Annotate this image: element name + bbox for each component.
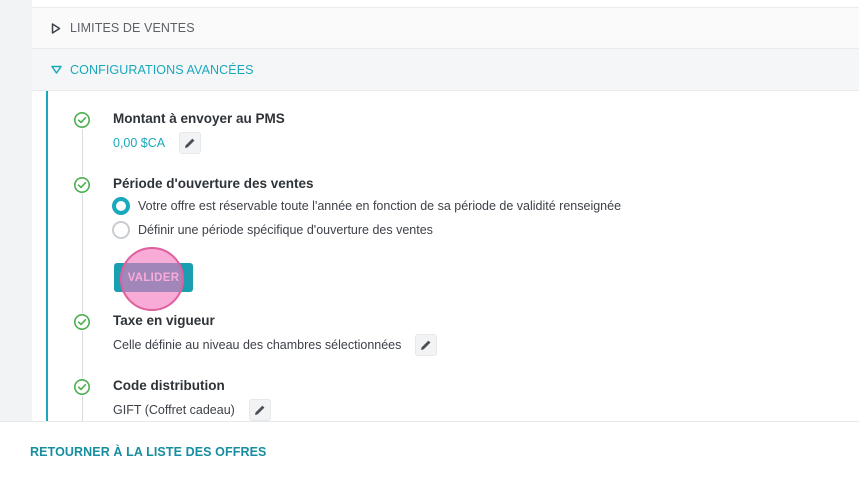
step-value-row: GIFT (Coffret cadeau) [113, 399, 271, 421]
step-value-row: Celle définie au niveau des chambres sél… [113, 334, 438, 356]
check-circle-icon [73, 111, 91, 129]
radio-button-selected[interactable] [112, 197, 130, 215]
radio-option-specific-period[interactable]: Définir une période spécifique d'ouvertu… [112, 221, 433, 239]
caret-down-icon [50, 64, 62, 76]
pencil-icon [421, 340, 431, 350]
pencil-icon [254, 405, 265, 415]
step-title: Taxe en vigueur [113, 313, 215, 328]
check-circle-icon [73, 176, 91, 194]
advanced-config-panel: Montant à envoyer au PMS 0,00 $CA Périod… [46, 91, 859, 421]
check-circle-icon [73, 313, 91, 331]
edit-distribution-code-button[interactable] [248, 399, 271, 421]
edit-tax-button[interactable] [415, 334, 438, 356]
radio-label: Votre offre est réservable toute l'année… [138, 199, 622, 213]
pencil-icon [185, 138, 195, 148]
step-title: Montant à envoyer au PMS [113, 111, 285, 126]
section-limits-header[interactable]: LIMITES DE VENTES [32, 7, 859, 49]
back-to-offers-link[interactable]: RETOURNER À LA LISTE DES OFFRES [30, 445, 266, 459]
tax-value: Celle définie au niveau des chambres sél… [113, 338, 402, 352]
footer-bar: RETOURNER À LA LISTE DES OFFRES [0, 421, 859, 481]
section-config-header[interactable]: CONFIGURATIONS AVANCÉES [32, 49, 859, 91]
section-config-label: CONFIGURATIONS AVANCÉES [70, 62, 254, 77]
section-limits-label: LIMITES DE VENTES [70, 21, 195, 35]
radio-button-unselected[interactable] [112, 221, 130, 239]
step-title: Période d'ouverture des ventes [113, 176, 314, 191]
distribution-code-value: GIFT (Coffret cadeau) [113, 403, 235, 417]
radio-label: Définir une période spécifique d'ouvertu… [138, 223, 433, 237]
check-circle-icon [73, 378, 91, 396]
edit-pms-amount-button[interactable] [179, 132, 202, 154]
radio-option-all-year[interactable]: Votre offre est réservable toute l'année… [112, 197, 621, 215]
step-value-row: 0,00 $CA [113, 132, 202, 154]
timeline-line [82, 126, 83, 421]
caret-right-icon [50, 22, 62, 34]
step-title: Code distribution [113, 378, 225, 393]
pms-amount-value: 0,00 $CA [113, 136, 166, 150]
validate-button[interactable]: VALIDER [114, 263, 193, 292]
